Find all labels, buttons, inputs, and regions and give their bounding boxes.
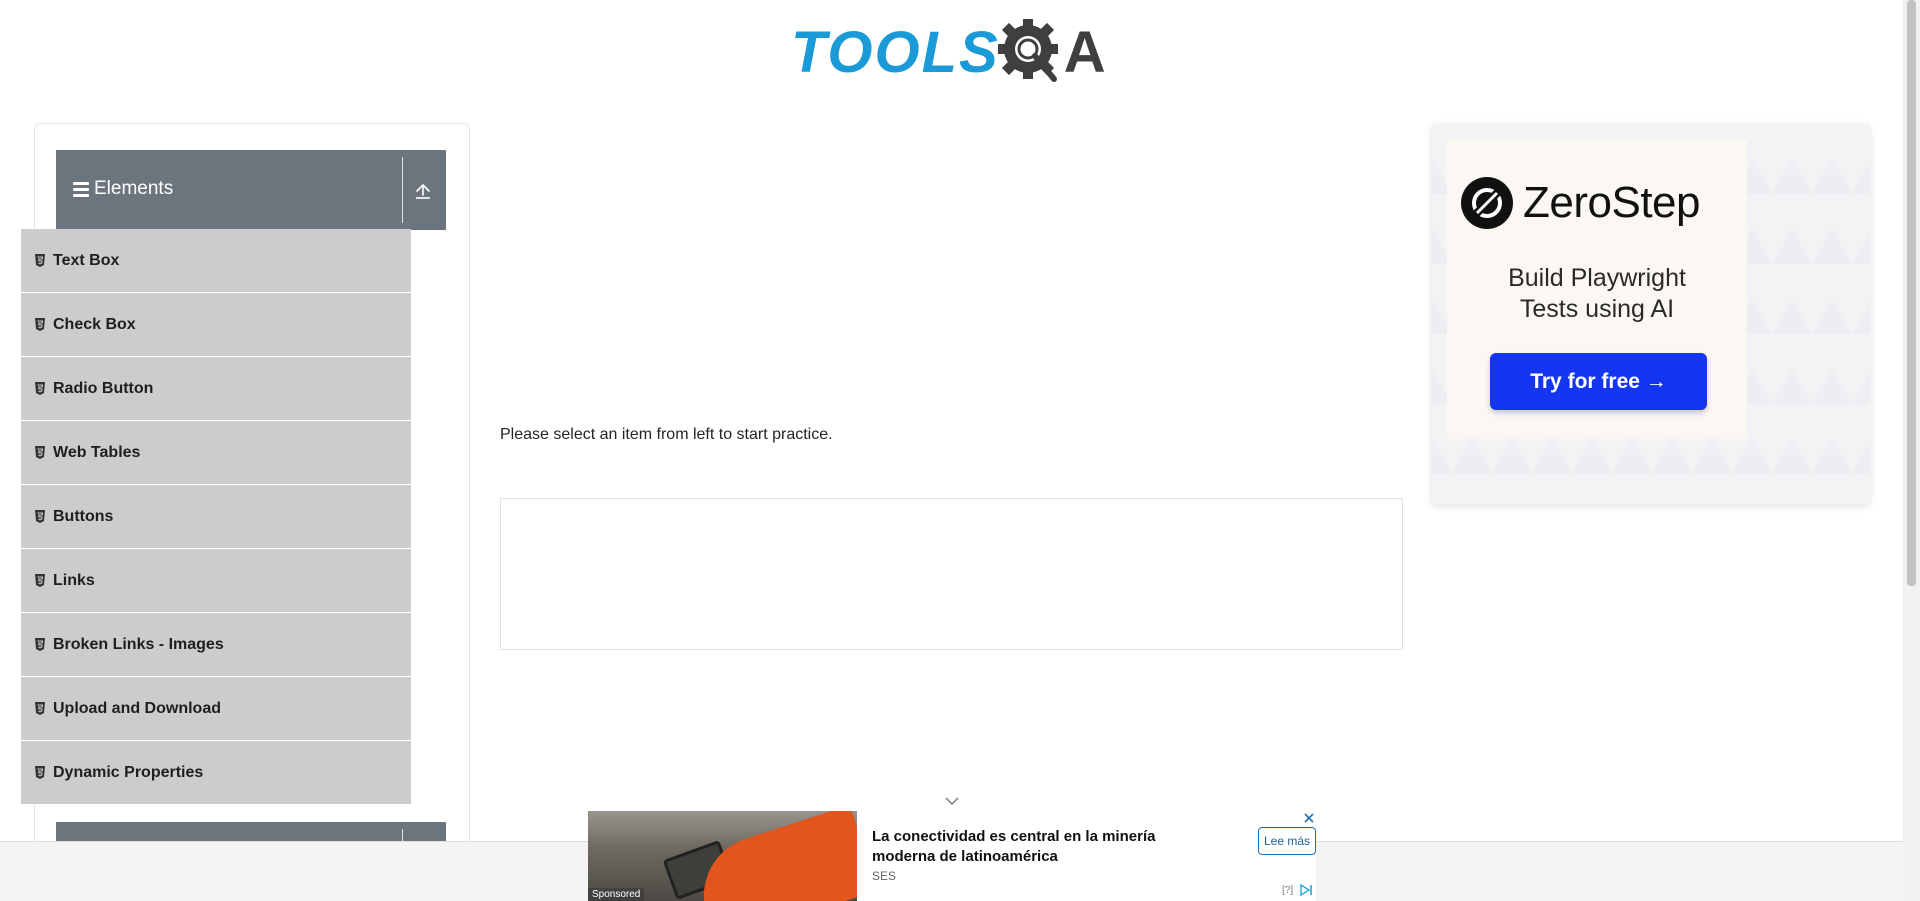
menu-item-radio-button[interactable]: Radio Button	[21, 357, 411, 421]
ad-image[interactable]: Sponsored	[588, 811, 857, 901]
menu-item-dynamic-properties[interactable]: Dynamic Properties	[21, 741, 411, 805]
menu-item-text-box[interactable]: Text Box	[21, 229, 411, 293]
menu-item-label: Text Box	[53, 251, 120, 269]
menu-item-upload-and-download[interactable]: Upload and Download	[21, 677, 411, 741]
html5-icon	[35, 254, 45, 267]
menu-item-label: Radio Button	[53, 379, 154, 397]
html5-icon	[35, 702, 45, 715]
bottom-advertisement[interactable]: Sponsored La conectividad es central en …	[588, 811, 1316, 901]
menu-item-label: Web Tables	[53, 443, 141, 461]
elements-menu: Text Box Check Box Radio Button Web Tabl…	[21, 229, 411, 805]
side-advertisement[interactable]: ZeroStep Build Playwright Tests using AI…	[1432, 124, 1870, 504]
html5-icon	[35, 510, 45, 523]
vertical-scrollbar[interactable]	[1903, 0, 1920, 901]
logo-text-a: A	[1063, 20, 1106, 85]
ad-help-link[interactable]: [?]	[1282, 885, 1293, 896]
group-title: Elements	[94, 178, 174, 199]
logo-text-tools: TOOLS	[791, 20, 1000, 85]
ad-headline-line2: Tests using AI	[1519, 295, 1675, 323]
menu-item-broken-links-images[interactable]: Broken Links - Images	[21, 613, 411, 677]
menu-item-buttons[interactable]: Buttons	[21, 485, 411, 549]
html5-icon	[35, 382, 45, 395]
content-area	[500, 498, 1403, 650]
ad-title[interactable]: La conectividad es central en la minería…	[872, 827, 1202, 867]
chevron-down-icon[interactable]	[944, 795, 960, 807]
menu-item-web-tables[interactable]: Web Tables	[21, 421, 411, 485]
ad-source: SES	[872, 869, 897, 883]
arrow-up-icon[interactable]	[414, 182, 432, 200]
sponsored-label: Sponsored	[588, 888, 645, 901]
site-logo[interactable]: TOOLS A	[791, 14, 1115, 92]
html5-icon	[35, 446, 45, 459]
ad-headline: Build Playwright Tests using AI	[1447, 263, 1747, 325]
html5-icon	[35, 574, 45, 587]
gear-magnifier-icon	[994, 15, 1070, 91]
menu-item-label: Dynamic Properties	[53, 763, 204, 781]
practice-prompt: Please select an item from left to start…	[500, 426, 833, 443]
ad-card: ZeroStep Build Playwright Tests using AI…	[1447, 139, 1747, 439]
html5-icon	[35, 766, 45, 779]
group-header-elements[interactable]: Elements	[56, 150, 446, 230]
ad-headline-line1: Build Playwright	[1508, 264, 1686, 292]
menu-item-links[interactable]: Links	[21, 549, 411, 613]
hamburger-icon	[73, 182, 89, 200]
html5-icon	[35, 638, 45, 651]
html5-icon	[35, 318, 45, 331]
try-for-free-button[interactable]: Try for free →	[1490, 353, 1707, 410]
scrollbar-thumb[interactable]	[1907, 0, 1916, 586]
read-more-button[interactable]: Lee más	[1258, 827, 1316, 855]
ad-brand: ZeroStep	[1461, 177, 1700, 229]
close-icon[interactable]	[1302, 811, 1316, 825]
menu-item-label: Buttons	[53, 507, 114, 525]
zerostep-logo-icon	[1461, 177, 1513, 229]
menu-item-label: Broken Links - Images	[53, 635, 224, 653]
ad-brand-name: ZeroStep	[1523, 178, 1700, 227]
adchoices-icon[interactable]	[1300, 884, 1314, 896]
menu-item-label: Links	[53, 571, 95, 589]
menu-item-label: Upload and Download	[53, 699, 221, 717]
menu-item-check-box[interactable]: Check Box	[21, 293, 411, 357]
menu-item-label: Check Box	[53, 315, 136, 333]
header-divider	[402, 157, 403, 223]
